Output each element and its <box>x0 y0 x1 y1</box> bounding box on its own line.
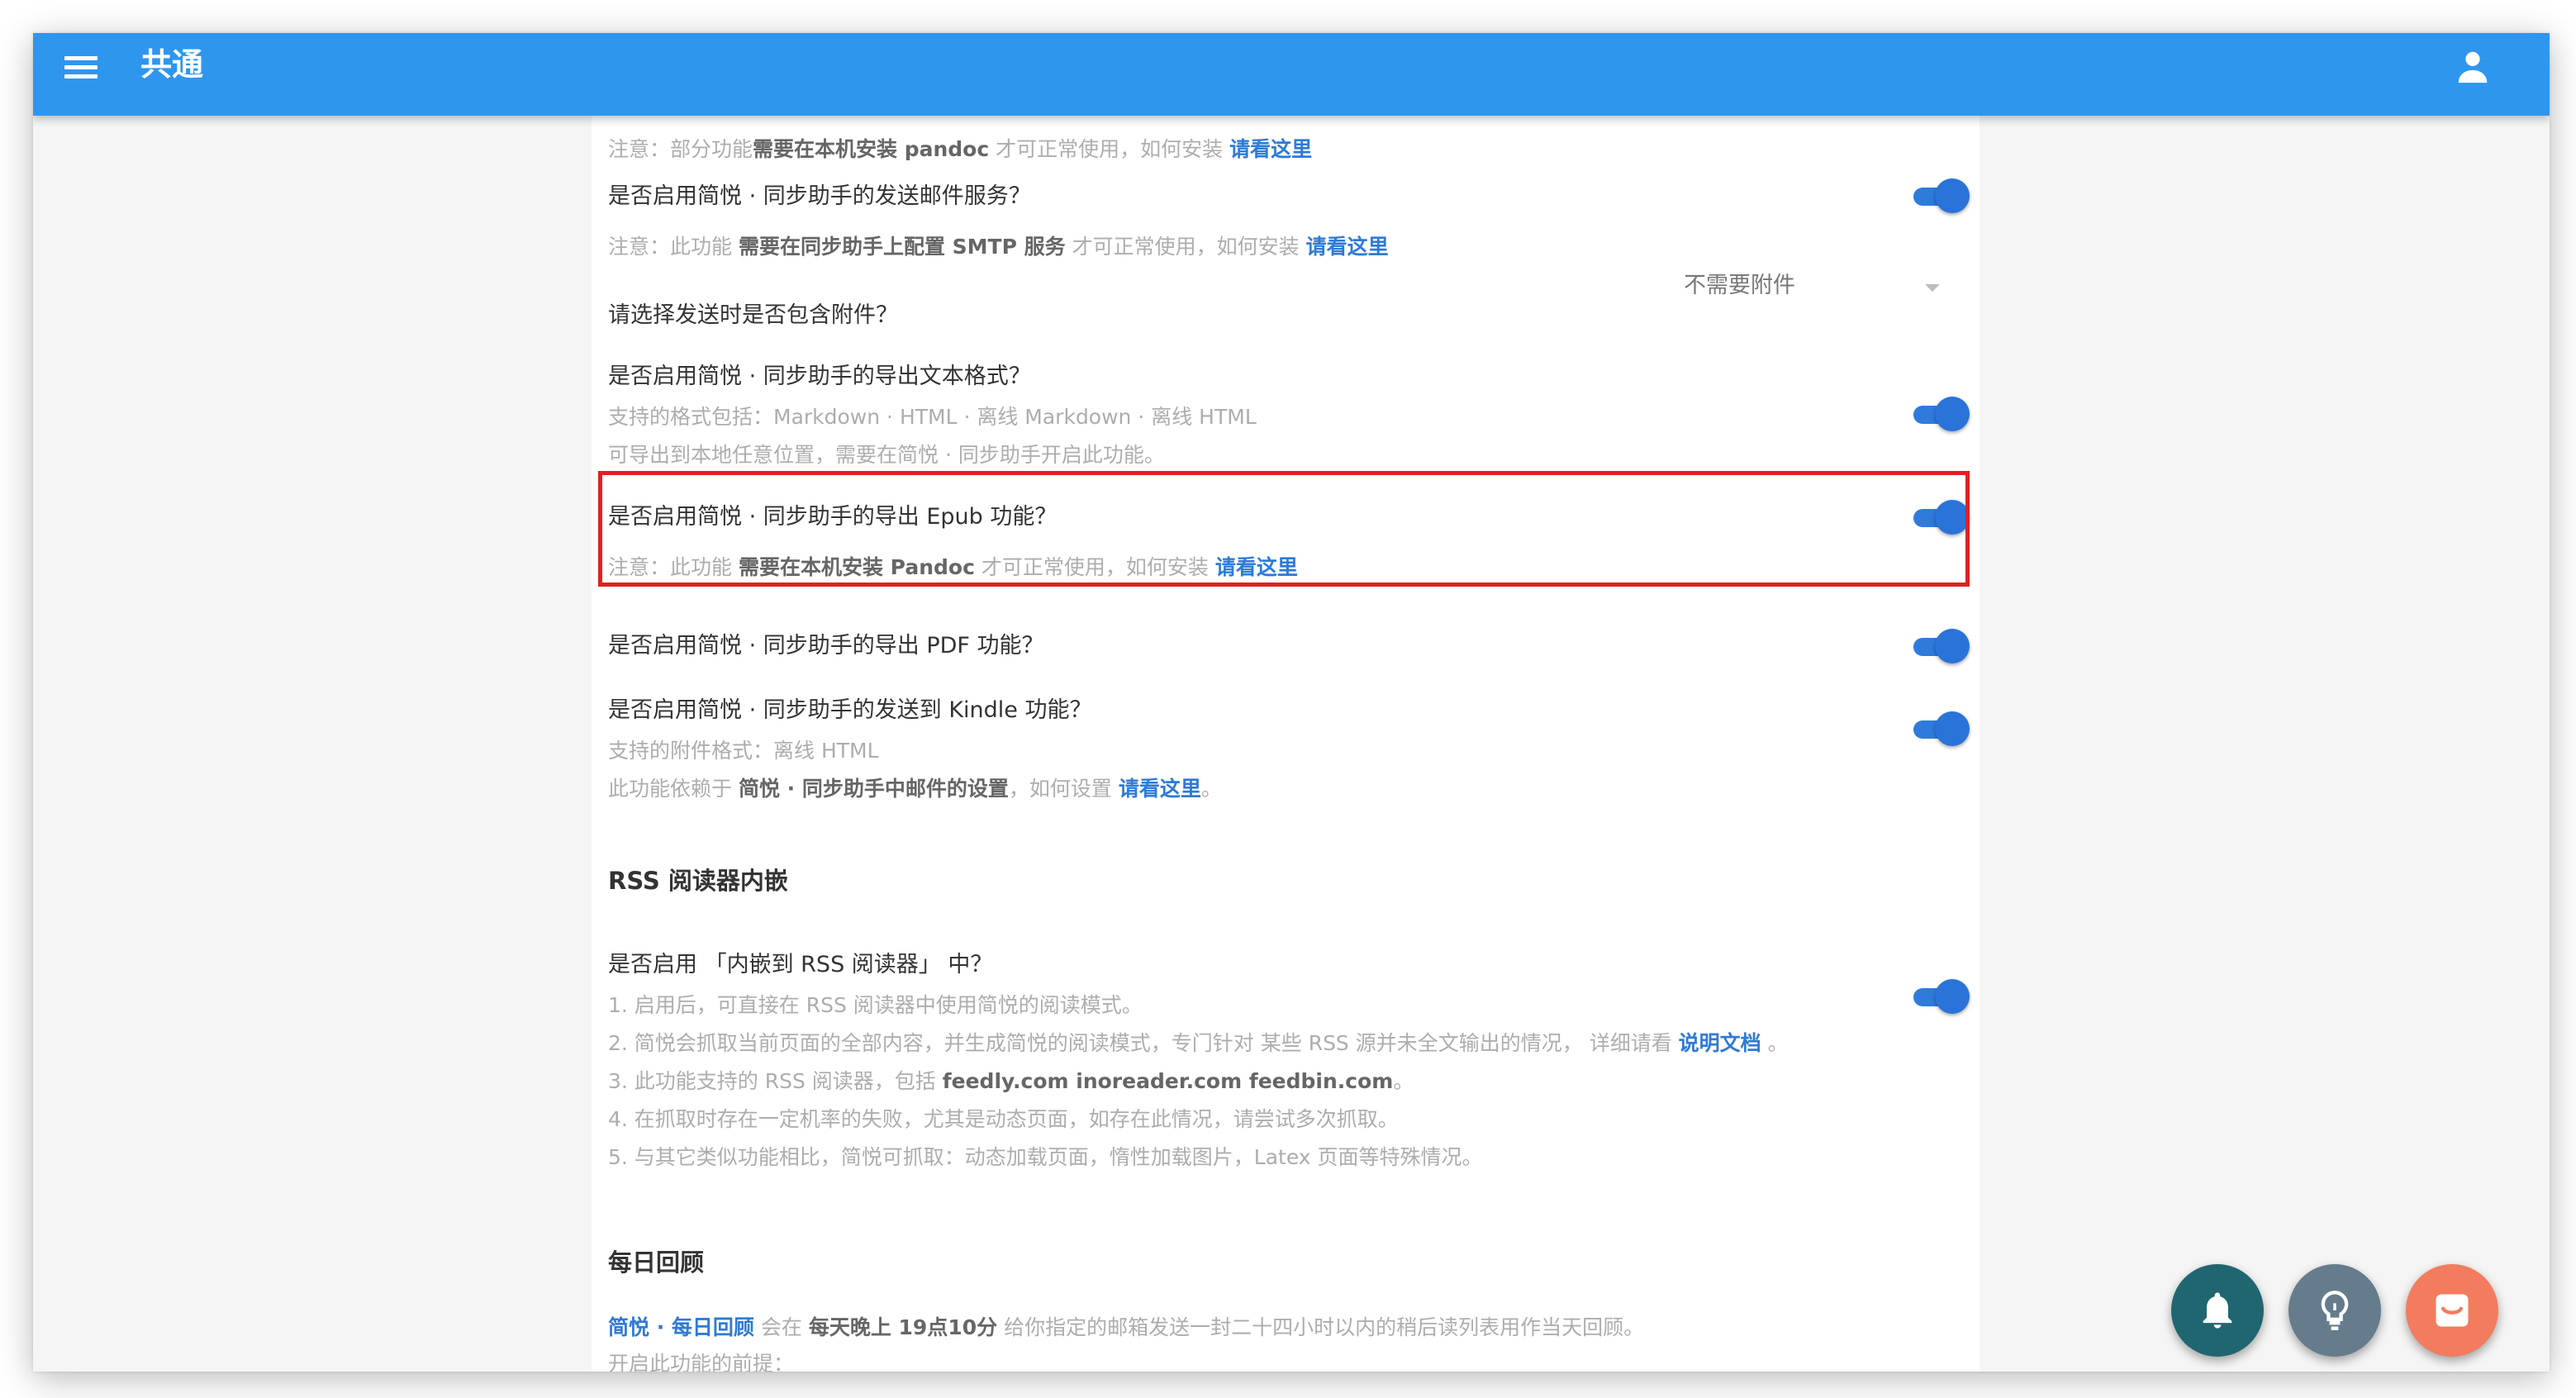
daily-heading: 每日回顾 <box>608 1248 705 1277</box>
rss-heading: RSS 阅读器内嵌 <box>608 867 788 895</box>
chevron-down-icon <box>1925 284 1940 292</box>
note-text: 此功能依赖于 <box>608 777 733 801</box>
epub-note: 注意：此功能 需要在本机安装 Pandoc 才可正常使用，如何安装 请看这里 <box>608 554 1298 582</box>
tips-button[interactable] <box>2288 1264 2381 1357</box>
email-service-question: 是否启用简悦 · 同步助手的发送邮件服务？ <box>608 183 1031 209</box>
note-text: 。 <box>1767 1031 1789 1055</box>
note-strong: 需要在本机安装 pandoc <box>753 137 990 161</box>
notifications-button[interactable] <box>2171 1264 2264 1357</box>
note-text: 会在 <box>760 1315 802 1339</box>
toggle-thumb <box>1935 178 1970 213</box>
kindle-question: 是否启用简悦 · 同步助手的发送到 Kindle 功能？ <box>608 697 1092 723</box>
note-strong: 简悦 · 同步助手中邮件的设置 <box>738 777 1009 801</box>
rss-question: 是否启用 「内嵌到 RSS 阅读器」 中？ <box>608 952 993 977</box>
attachment-question: 请选择发送时是否包含附件？ <box>608 302 898 328</box>
note-strong: feedly.com inoreader.com feedbin.com <box>942 1069 1394 1093</box>
kindle-toggle[interactable] <box>1912 709 1970 749</box>
rss-item-5: 5. 与其它类似功能相比，简悦可抓取：动态加载页面，惰性加载图片，Latex 页… <box>608 1145 1483 1169</box>
rss-toggle[interactable] <box>1912 977 1970 1016</box>
daily-review-link[interactable]: 简悦 · 每日回顾 <box>608 1315 754 1339</box>
note-text: 2. 简悦会抓取当前页面的全部内容，并生成简悦的阅读模式，专门针对 某些 RSS… <box>608 1031 1672 1055</box>
app-window: 注意：部分功能需要在本机安装 pandoc 才可正常使用，如何安装 请看这里 是… <box>33 33 2550 1372</box>
bell-icon <box>2203 1292 2232 1329</box>
note-text: 注意：此功能 <box>608 555 733 579</box>
message-icon <box>2436 1294 2469 1327</box>
attachment-select[interactable]: 不需要附件 <box>1684 269 1965 306</box>
toggle-thumb <box>1935 397 1970 431</box>
note-text: ，如何设置 <box>1008 777 1112 801</box>
note-text: 才可正常使用，如何安装 <box>996 137 1224 161</box>
account-icon[interactable] <box>2454 48 2492 86</box>
see-here-link[interactable]: 请看这里 <box>1229 137 1312 161</box>
docs-link[interactable]: 说明文档 <box>1679 1031 1761 1055</box>
email-service-note: 注意：此功能 需要在同步助手上配置 SMTP 服务 才可正常使用，如何安装 请看… <box>608 233 1389 261</box>
attachment-select-value: 不需要附件 <box>1684 273 1795 298</box>
text-export-toggle[interactable] <box>1912 394 1970 434</box>
pdf-question: 是否启用简悦 · 同步助手的导出 PDF 功能？ <box>608 633 1044 659</box>
app-bar: 共通 <box>33 33 2550 116</box>
email-service-toggle[interactable] <box>1912 176 1970 216</box>
pandoc-note: 注意：部分功能需要在本机安装 pandoc 才可正常使用，如何安装 请看这里 <box>608 136 1312 164</box>
rss-item-4: 4. 在抓取时存在一定机率的失败，尤其是动态页面，如存在此情况，请尝试多次抓取。 <box>608 1107 1399 1131</box>
see-here-link[interactable]: 请看这里 <box>1119 777 1201 801</box>
app-title: 共通 <box>140 46 204 83</box>
text-export-question: 是否启用简悦 · 同步助手的导出文本格式？ <box>608 364 1031 389</box>
note-text: 给你指定的邮箱发送一封二十四小时以内的稍后读列表用作当天回顾。 <box>1004 1315 1645 1339</box>
note-strong: 需要在本机安装 Pandoc <box>738 555 975 579</box>
lightbulb-icon <box>2321 1291 2349 1330</box>
toggle-thumb <box>1935 711 1970 746</box>
rss-item-2: 2. 简悦会抓取当前页面的全部内容，并生成简悦的阅读模式，专门针对 某些 RSS… <box>608 1029 1789 1058</box>
see-here-link[interactable]: 请看这里 <box>1306 235 1389 259</box>
epub-question: 是否启用简悦 · 同步助手的导出 Epub 功能？ <box>608 504 1057 530</box>
note-text: 才可正常使用，如何安装 <box>981 555 1209 579</box>
text-export-formats: 支持的格式包括：Markdown · HTML · 离线 Markdown · … <box>608 405 1257 429</box>
note-text: 才可正常使用，如何安装 <box>1072 235 1300 259</box>
toggle-thumb <box>1935 629 1970 663</box>
kindle-dependency: 此功能依赖于 简悦 · 同步助手中邮件的设置，如何设置 请看这里。 <box>608 775 1222 803</box>
daily-description: 简悦 · 每日回顾 会在 每天晚上 19点10分 给你指定的邮箱发送一封二十四小… <box>608 1314 1644 1342</box>
note-text: 注意：部分功能 <box>608 137 753 161</box>
note-text: 。 <box>1393 1069 1414 1093</box>
note-text: 注意：此功能 <box>608 235 733 259</box>
see-here-link[interactable]: 请看这里 <box>1215 555 1298 579</box>
note-text: 3. 此功能支持的 RSS 阅读器，包括 <box>608 1069 936 1093</box>
toggle-thumb <box>1935 500 1970 535</box>
pdf-toggle[interactable] <box>1912 626 1970 666</box>
text-export-location: 可导出到本地任意位置，需要在简悦 · 同步助手开启此功能。 <box>608 443 1165 467</box>
daily-prerequisite: 开启此功能的前提： <box>608 1352 795 1372</box>
feedback-button[interactable] <box>2406 1264 2498 1357</box>
rss-item-3: 3. 此功能支持的 RSS 阅读器，包括 feedly.com inoreade… <box>608 1068 1414 1096</box>
settings-card: 注意：部分功能需要在本机安装 pandoc 才可正常使用，如何安装 请看这里 是… <box>592 33 1980 1372</box>
note-text: 。 <box>1200 777 1222 801</box>
kindle-formats: 支持的附件格式：离线 HTML <box>608 739 879 763</box>
rss-item-1: 1. 启用后，可直接在 RSS 阅读器中使用简悦的阅读模式。 <box>608 993 1143 1017</box>
note-strong: 每天晚上 19点10分 <box>808 1315 998 1339</box>
epub-toggle[interactable] <box>1912 497 1970 537</box>
menu-icon[interactable] <box>63 50 99 86</box>
toggle-thumb <box>1935 979 1970 1014</box>
note-strong: 需要在同步助手上配置 SMTP 服务 <box>738 235 1066 259</box>
